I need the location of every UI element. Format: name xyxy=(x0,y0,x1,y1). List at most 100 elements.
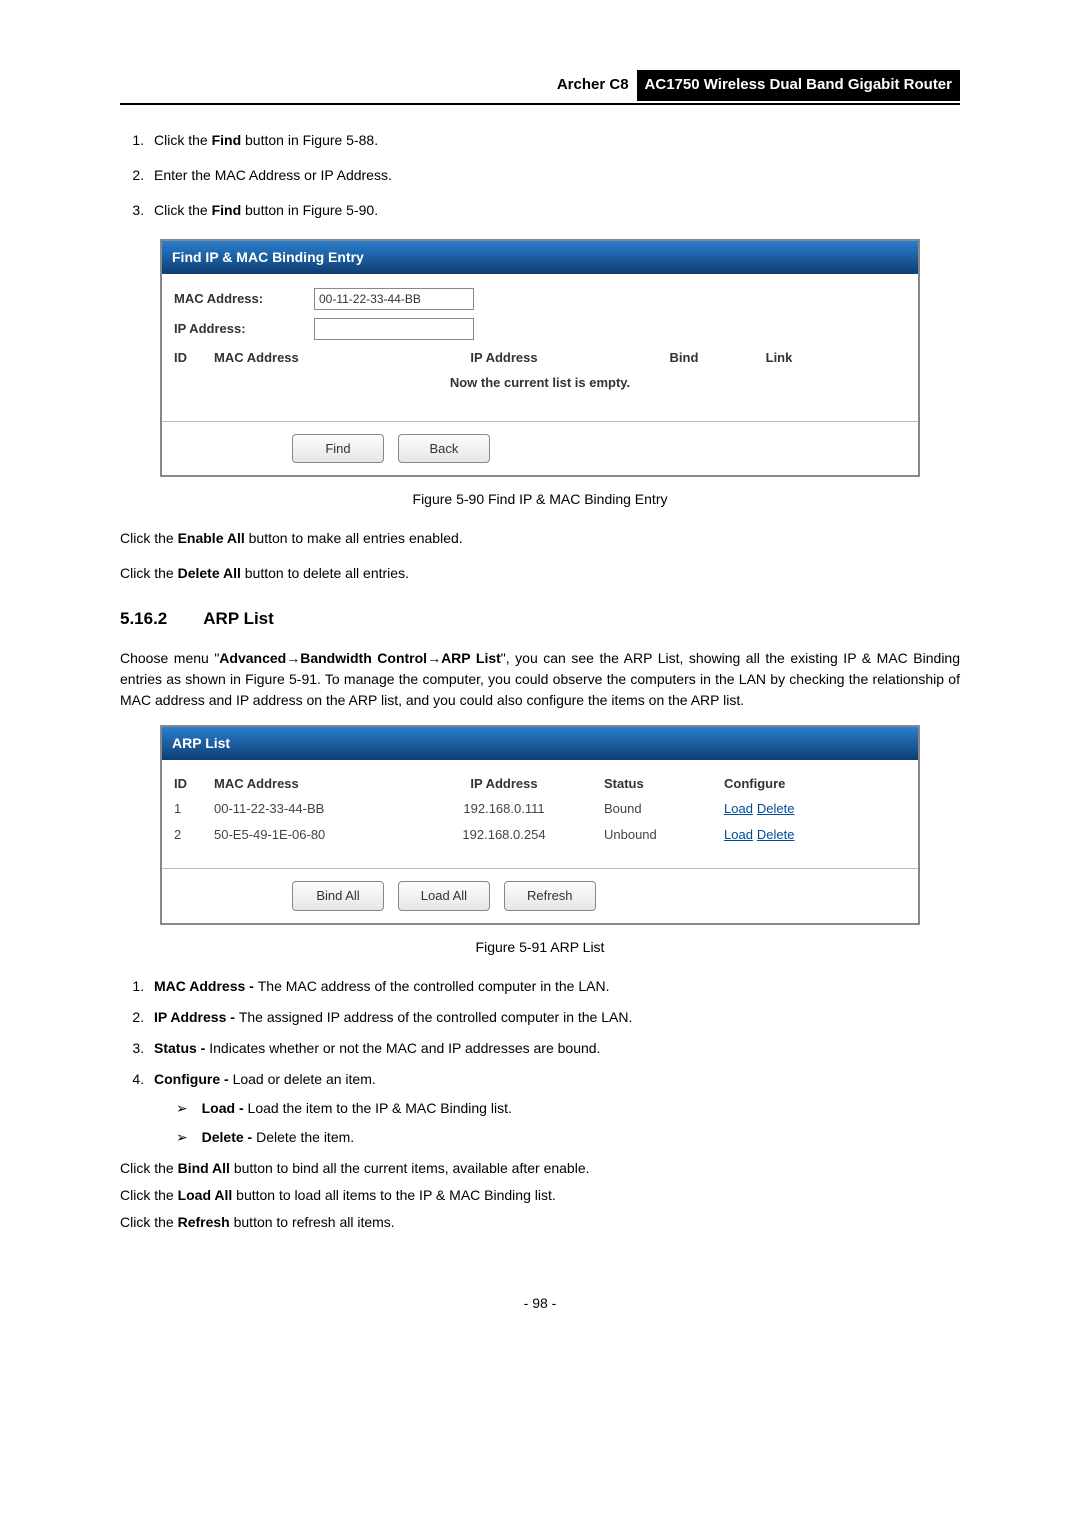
find-binding-panel: Find IP & MAC Binding Entry MAC Address:… xyxy=(160,239,920,478)
section-num: 5.16.2 xyxy=(120,606,167,632)
def-status-sep: - xyxy=(197,1040,209,1056)
def-mac-term: MAC Address xyxy=(154,978,245,994)
sub-load-term: Load xyxy=(202,1100,235,1116)
arp-list-panel: ARP List ID MAC Address IP Address Statu… xyxy=(160,725,920,925)
load-pre: Click the xyxy=(120,1187,178,1203)
step-1-pre: Click the xyxy=(154,132,212,148)
page-number: - 98 - xyxy=(120,1293,960,1314)
arp-r1-conf: Load Delete xyxy=(724,799,844,819)
arp-intro: Choose menu "Advanced→Bandwidth Control→… xyxy=(120,648,960,711)
step-3-suf: button in Figure 5-90. xyxy=(241,202,378,218)
section-heading: 5.16.2 ARP List xyxy=(120,606,960,632)
back-button[interactable]: Back xyxy=(398,434,490,464)
bind-pre: Click the xyxy=(120,1160,178,1176)
col-id: ID xyxy=(174,348,214,368)
definitions-list: MAC Address - The MAC address of the con… xyxy=(148,976,960,1148)
arp-row-1: 1 00-11-22-33-44-BB 192.168.0.111 Bound … xyxy=(174,799,906,819)
bind-all-button[interactable]: Bind All xyxy=(292,881,384,911)
bind-bold: Bind All xyxy=(178,1160,230,1176)
sub-delete: Delete - Delete the item. xyxy=(176,1127,960,1148)
def-mac-sep: - xyxy=(245,978,257,994)
find-panel-title: Find IP & MAC Binding Entry xyxy=(162,241,918,274)
def-ip-term: IP Address xyxy=(154,1009,226,1025)
find-table-head: ID MAC Address IP Address Bind Link xyxy=(174,348,906,368)
ip-row: IP Address: xyxy=(174,318,906,340)
col-mac: MAC Address xyxy=(214,348,374,368)
def-conf-sep: - xyxy=(220,1071,232,1087)
def-configure: Configure - Load or delete an item. Load… xyxy=(148,1069,960,1148)
find-button-row: Find Back xyxy=(162,422,918,476)
delete-pre: Click the xyxy=(120,565,178,581)
def-ip-sep: - xyxy=(226,1009,238,1025)
steps-list: Click the Find button in Figure 5-88. En… xyxy=(148,130,960,221)
header-model: Archer C8 xyxy=(557,74,629,97)
arp-b2: Bandwidth Control xyxy=(300,650,427,666)
def-ip: IP Address - The assigned IP address of … xyxy=(148,1007,960,1028)
col-link: Link xyxy=(734,348,824,368)
col-bind: Bind xyxy=(634,348,734,368)
arp-col-conf: Configure xyxy=(724,774,844,794)
def-status-desc: Indicates whether or not the MAC and IP … xyxy=(209,1040,600,1056)
step-1-suf: button in Figure 5-88. xyxy=(241,132,378,148)
delete-post: button to delete all entries. xyxy=(241,565,409,581)
load-all-button[interactable]: Load All xyxy=(398,881,490,911)
refresh-post: button to refresh all items. xyxy=(230,1214,395,1230)
mac-input[interactable] xyxy=(314,288,474,310)
delete-bold: Delete All xyxy=(178,565,241,581)
find-panel-body: MAC Address: IP Address: ID MAC Address … xyxy=(162,274,918,411)
figure-591-caption: Figure 5-91 ARP List xyxy=(120,937,960,958)
delete-all-line: Click the Delete All button to delete al… xyxy=(120,563,960,584)
header-title: AC1750 Wireless Dual Band Gigabit Router xyxy=(637,70,960,101)
arp-col-ip: IP Address xyxy=(404,774,604,794)
sub-del-sep: - xyxy=(244,1129,256,1145)
find-button[interactable]: Find xyxy=(292,434,384,464)
enable-all-line: Click the Enable All button to make all … xyxy=(120,528,960,549)
def-mac-desc: The MAC address of the controlled comput… xyxy=(258,978,610,994)
def-ip-desc: The assigned IP address of the controlle… xyxy=(239,1009,633,1025)
sub-del-desc: Delete the item. xyxy=(256,1129,354,1145)
figure-590-caption: Figure 5-90 Find IP & MAC Binding Entry xyxy=(120,489,960,510)
arp-r1-id: 1 xyxy=(174,799,214,819)
sub-load-desc: Load the item to the IP & MAC Binding li… xyxy=(248,1100,512,1116)
arp-col-mac: MAC Address xyxy=(214,774,404,794)
arp-table-head: ID MAC Address IP Address Status Configu… xyxy=(174,774,906,794)
arp-intro-pre: Choose menu " xyxy=(120,650,219,666)
sub-del-term: Delete xyxy=(202,1129,244,1145)
arp-r1-delete[interactable]: Delete xyxy=(757,801,795,816)
mac-label: MAC Address: xyxy=(174,289,314,309)
enable-post: button to make all entries enabled. xyxy=(245,530,463,546)
arp-r1-load[interactable]: Load xyxy=(724,801,753,816)
arp-r2-load[interactable]: Load xyxy=(724,827,753,842)
load-all-line: Click the Load All button to load all it… xyxy=(120,1185,960,1206)
sub-definitions: Load - Load the item to the IP & MAC Bin… xyxy=(176,1098,960,1148)
arp-panel-body: ID MAC Address IP Address Status Configu… xyxy=(162,760,918,859)
step-2-text: Enter the MAC Address or IP Address. xyxy=(154,167,392,183)
sub-load: Load - Load the item to the IP & MAC Bin… xyxy=(176,1098,960,1119)
arp-r2-conf: Load Delete xyxy=(724,825,844,845)
col-ip: IP Address xyxy=(374,348,634,368)
sub-load-sep: - xyxy=(235,1100,247,1116)
enable-pre: Click the xyxy=(120,530,178,546)
arp-col-id: ID xyxy=(174,774,214,794)
refresh-bold: Refresh xyxy=(178,1214,230,1230)
page-header: Archer C8 AC1750 Wireless Dual Band Giga… xyxy=(120,70,960,105)
arp-r2-ip: 192.168.0.254 xyxy=(404,825,604,845)
ip-input[interactable] xyxy=(314,318,474,340)
arp-b3: ARP List xyxy=(441,650,501,666)
refresh-button[interactable]: Refresh xyxy=(504,881,596,911)
arp-row-2: 2 50-E5-49-1E-06-80 192.168.0.254 Unboun… xyxy=(174,825,906,845)
step-3-bold: Find xyxy=(212,202,242,218)
refresh-pre: Click the xyxy=(120,1214,178,1230)
arp-r1-ip: 192.168.0.111 xyxy=(404,799,604,819)
arp-arrow2: → xyxy=(427,650,441,666)
empty-msg: Now the current list is empty. xyxy=(174,373,906,393)
arp-arrow1: → xyxy=(286,650,300,666)
arp-b1: Advanced xyxy=(219,650,286,666)
def-conf-desc: Load or delete an item. xyxy=(233,1071,376,1087)
def-status: Status - Indicates whether or not the MA… xyxy=(148,1038,960,1059)
def-conf-term: Configure xyxy=(154,1071,220,1087)
bind-all-line: Click the Bind All button to bind all th… xyxy=(120,1158,960,1179)
mac-row: MAC Address: xyxy=(174,288,906,310)
arp-r2-delete[interactable]: Delete xyxy=(757,827,795,842)
step-1-bold: Find xyxy=(212,132,242,148)
